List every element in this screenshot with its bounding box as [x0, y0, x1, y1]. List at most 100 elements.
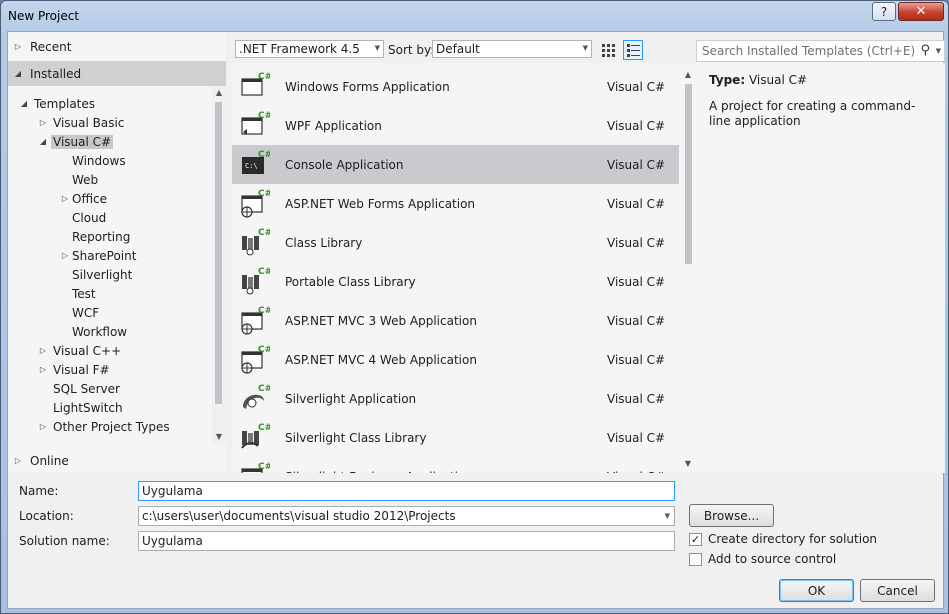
- expand-arrow-icon[interactable]: ▷: [11, 456, 25, 465]
- template-item[interactable]: C# Portable Class Library Visual C#: [232, 262, 679, 301]
- chevron-down-icon: ▼: [582, 44, 588, 52]
- nav-csharp-workflow[interactable]: Workflow: [72, 322, 127, 341]
- template-item[interactable]: C# Class Library Visual C#: [232, 223, 679, 262]
- template-item[interactable]: C:\C# Console Application Visual C#: [232, 145, 679, 184]
- checkbox-unchecked-icon[interactable]: [689, 552, 702, 566]
- search-icon[interactable]: ⚲: [920, 43, 930, 58]
- collapse-arrow-icon[interactable]: ◢: [36, 137, 50, 146]
- nav-csharp-cloud[interactable]: Cloud: [72, 208, 106, 227]
- template-name: WPF Application: [285, 118, 382, 133]
- scroll-up-icon[interactable]: ▲: [213, 88, 225, 97]
- scroll-up-icon[interactable]: ▲: [682, 70, 694, 79]
- template-name: ASP.NET Web Forms Application: [285, 196, 476, 211]
- cancel-button[interactable]: Cancel: [860, 579, 935, 602]
- expand-arrow-icon[interactable]: ▷: [36, 118, 50, 127]
- nav-lightswitch[interactable]: LightSwitch: [53, 398, 123, 417]
- template-item[interactable]: C# Silverlight Class Library Visual C#: [232, 418, 679, 457]
- help-icon: ?: [880, 4, 888, 19]
- source-control-checkbox[interactable]: Add to source control: [689, 552, 836, 566]
- template-item[interactable]: C# Silverlight Business Application Visual…: [232, 457, 679, 473]
- browse-button[interactable]: Browse...: [689, 504, 774, 527]
- wpf-icon: C#: [240, 110, 272, 140]
- template-scroll-thumb[interactable]: [685, 84, 692, 264]
- template-language: Visual C#: [607, 470, 665, 474]
- framework-select[interactable]: .NET Framework 4.5 ▼: [235, 40, 384, 58]
- help-button[interactable]: ?: [872, 2, 896, 21]
- close-button[interactable]: ✕: [898, 2, 944, 21]
- svg-text:C#: C#: [258, 462, 270, 472]
- expand-arrow-icon[interactable]: ▷: [58, 251, 72, 260]
- details-view-button[interactable]: [623, 40, 643, 60]
- description-panel: Type: Visual C# A project for creating a…: [697, 63, 945, 473]
- search-templates-input[interactable]: Search Installed Templates (Ctrl+E) ⚲ ▼: [696, 40, 945, 62]
- nav-csharp-wcf[interactable]: WCF: [72, 303, 99, 322]
- sort-select[interactable]: Default ▼: [432, 40, 592, 58]
- solution-name-input[interactable]: Uygulama: [138, 531, 675, 551]
- template-name: ASP.NET MVC 3 Web Application: [285, 313, 477, 328]
- template-description: A project for creating a command-line ap…: [709, 99, 916, 128]
- template-language: Visual C#: [607, 391, 666, 406]
- svg-text:C#: C#: [258, 423, 270, 433]
- silverlight-library-icon: C#: [240, 422, 272, 452]
- expand-arrow-icon[interactable]: ▷: [11, 42, 25, 51]
- nav-csharp-sharepoint[interactable]: ▷ SharePoint: [58, 246, 137, 265]
- svg-text:C#: C#: [258, 384, 270, 394]
- collapse-arrow-icon[interactable]: ◢: [17, 99, 31, 108]
- template-language: Visual C#: [607, 79, 666, 94]
- nav-sql-server[interactable]: SQL Server: [53, 379, 120, 398]
- nav-visual-fsharp[interactable]: ▷ Visual F#: [36, 360, 110, 379]
- template-name: Silverlight Business Application: [285, 470, 473, 474]
- dialog-body: ▷ Recent ◢ Installed ◢ Templates ▷ Visual Ba…: [7, 31, 945, 609]
- nav-visual-cpp[interactable]: ▷ Visual C++: [36, 341, 121, 360]
- template-item[interactable]: C# ASP.NET MVC 3 Web Application Visual C#: [232, 301, 679, 340]
- nav-csharp-silverlight[interactable]: Silverlight: [72, 265, 132, 284]
- template-scrollbar[interactable]: ▲ ▼: [679, 63, 697, 473]
- svg-text:C#: C#: [258, 72, 270, 82]
- template-list: C# Windows Forms Application Visual C# C# WP…: [232, 63, 697, 473]
- collapse-arrow-icon[interactable]: ◢: [11, 69, 25, 78]
- nav-visual-csharp[interactable]: ◢ Visual C#: [36, 132, 114, 151]
- nav-other-project-types[interactable]: ▷ Other Project Types: [36, 417, 170, 436]
- nav-csharp-office[interactable]: ▷ Office: [58, 189, 107, 208]
- nav-csharp-test[interactable]: Test: [72, 284, 96, 303]
- list-view-icon: [627, 44, 640, 57]
- nav-scrollbar[interactable]: ▲ ▼: [212, 86, 226, 444]
- template-item[interactable]: C# Windows Forms Application Visual C#: [232, 67, 679, 106]
- template-name: ASP.NET MVC 4 Web Application: [285, 352, 477, 367]
- nav-recent[interactable]: ▷ Recent: [11, 37, 72, 56]
- chevron-down-icon[interactable]: ▼: [936, 47, 941, 55]
- expand-arrow-icon[interactable]: ▷: [36, 422, 50, 431]
- template-language: Visual C#: [607, 313, 666, 328]
- svg-text:C#: C#: [258, 306, 270, 316]
- create-directory-checkbox[interactable]: ✓ Create directory for solution: [689, 532, 877, 546]
- expand-arrow-icon[interactable]: ▷: [36, 346, 50, 355]
- template-language: Visual C#: [607, 157, 666, 172]
- expand-arrow-icon[interactable]: ▷: [58, 194, 72, 203]
- nav-csharp-reporting[interactable]: Reporting: [72, 227, 130, 246]
- windows-forms-icon: C#: [240, 71, 272, 101]
- template-item[interactable]: C# ASP.NET Web Forms Application Visual C#: [232, 184, 679, 223]
- small-icons-view-button[interactable]: [598, 40, 618, 60]
- location-combobox[interactable]: c:\users\user\documents\visual studio 20…: [138, 506, 675, 526]
- nav-scroll-thumb[interactable]: [215, 102, 222, 404]
- ok-button[interactable]: OK: [779, 579, 854, 602]
- nav-templates[interactable]: ◢ Templates: [17, 94, 95, 113]
- name-input[interactable]: Uygulama: [138, 481, 675, 501]
- template-item[interactable]: C# ASP.NET MVC 4 Web Application Visual C#: [232, 340, 679, 379]
- template-language: Visual C#: [607, 235, 666, 250]
- nav-csharp-web[interactable]: Web: [72, 170, 98, 189]
- nav-installed[interactable]: ◢ Installed: [11, 64, 81, 83]
- expand-arrow-icon[interactable]: ▷: [36, 365, 50, 374]
- template-item[interactable]: C# WPF Application Visual C#: [232, 106, 679, 145]
- chevron-down-icon[interactable]: ▼: [665, 512, 670, 520]
- template-item[interactable]: C# Silverlight Application Visual C#: [232, 379, 679, 418]
- nav-visual-basic[interactable]: ▷ Visual Basic: [36, 113, 125, 132]
- svg-text:C#: C#: [258, 111, 270, 121]
- checkbox-checked-icon[interactable]: ✓: [689, 532, 702, 546]
- scroll-down-icon[interactable]: ▼: [682, 459, 694, 468]
- nav-csharp-windows[interactable]: Windows: [72, 151, 126, 170]
- scroll-down-icon[interactable]: ▼: [213, 432, 225, 441]
- template-name: Console Application: [285, 157, 404, 172]
- nav-online[interactable]: ▷ Online: [11, 451, 69, 470]
- template-name: Class Library: [285, 235, 363, 250]
